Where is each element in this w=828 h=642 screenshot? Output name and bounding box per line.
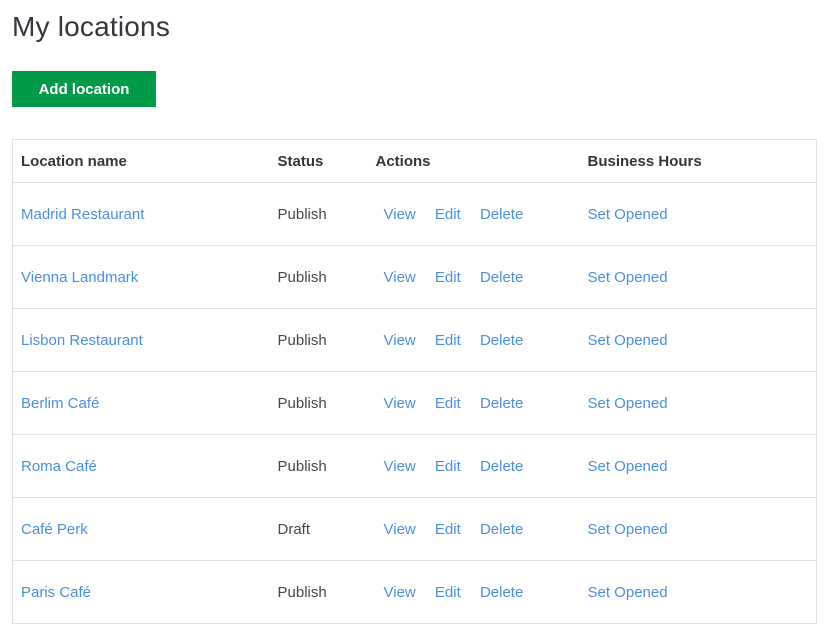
actions-cell: View Edit Delete [367,434,580,499]
view-link[interactable]: View [384,584,416,601]
table-row: Vienna Landmark Publish View Edit Delete… [12,245,817,310]
delete-link[interactable]: Delete [480,395,523,412]
column-header-actions: Actions [367,139,580,184]
business-hours-cell: Set Opened [579,434,817,499]
delete-link[interactable]: Delete [480,206,523,223]
delete-link[interactable]: Delete [480,521,523,538]
status-text: Publish [277,583,327,601]
view-link[interactable]: View [384,521,416,538]
locations-table: Location name Status Actions Business Ho… [12,139,817,625]
view-link[interactable]: View [384,395,416,412]
table-row: Berlim Café Publish View Edit Delete Set… [12,371,817,436]
status-cell: Publish [269,371,368,436]
edit-link[interactable]: Edit [435,395,461,412]
location-name-link[interactable]: Roma Café [21,458,97,475]
status-cell: Publish [269,245,368,310]
status-cell: Publish [269,434,368,499]
actions-cell: View Edit Delete [367,560,580,625]
actions-cell: View Edit Delete [367,371,580,436]
edit-link[interactable]: Edit [435,269,461,286]
edit-link[interactable]: Edit [435,332,461,349]
location-name-cell: Berlim Café [12,371,270,436]
column-header-location-name: Location name [12,139,270,184]
location-name-link[interactable]: Paris Café [21,584,91,601]
status-text: Publish [277,268,327,286]
location-name-cell: Paris Café [12,560,270,625]
my-locations-page: My locations Add location Location name … [0,0,828,640]
edit-link[interactable]: Edit [435,458,461,475]
business-hours-cell: Set Opened [579,560,817,625]
location-name-link[interactable]: Vienna Landmark [21,269,138,286]
delete-link[interactable]: Delete [480,458,523,475]
set-opened-link[interactable]: Set Opened [588,269,668,286]
status-cell: Publish [269,182,368,247]
table-header-row: Location name Status Actions Business Ho… [12,139,817,184]
status-text: Publish [277,205,327,223]
location-name-link[interactable]: Café Perk [21,521,88,538]
table-row: Paris Café Publish View Edit Delete Set … [12,560,817,625]
status-text: Publish [277,457,327,475]
actions-cell: View Edit Delete [367,245,580,310]
location-name-cell: Vienna Landmark [12,245,270,310]
set-opened-link[interactable]: Set Opened [588,206,668,223]
table-head: Location name Status Actions Business Ho… [12,139,817,184]
edit-link[interactable]: Edit [435,206,461,223]
status-cell: Publish [269,308,368,373]
location-name-link[interactable]: Berlim Café [21,395,99,412]
column-header-business-hours: Business Hours [579,139,817,184]
location-name-link[interactable]: Lisbon Restaurant [21,332,143,349]
location-name-cell: Roma Café [12,434,270,499]
add-location-button[interactable]: Add location [12,71,156,108]
edit-link[interactable]: Edit [435,584,461,601]
business-hours-cell: Set Opened [579,497,817,562]
delete-link[interactable]: Delete [480,584,523,601]
status-cell: Draft [269,497,368,562]
business-hours-cell: Set Opened [579,308,817,373]
table-row: Café Perk Draft View Edit Delete Set Ope… [12,497,817,562]
set-opened-link[interactable]: Set Opened [588,332,668,349]
table-row: Roma Café Publish View Edit Delete Set O… [12,434,817,499]
business-hours-cell: Set Opened [579,245,817,310]
actions-cell: View Edit Delete [367,497,580,562]
view-link[interactable]: View [384,332,416,349]
status-text: Publish [277,394,327,412]
business-hours-cell: Set Opened [579,371,817,436]
view-link[interactable]: View [384,458,416,475]
table-row: Madrid Restaurant Publish View Edit Dele… [12,182,817,247]
view-link[interactable]: View [384,269,416,286]
view-link[interactable]: View [384,206,416,223]
actions-cell: View Edit Delete [367,308,580,373]
delete-link[interactable]: Delete [480,332,523,349]
set-opened-link[interactable]: Set Opened [588,584,668,601]
set-opened-link[interactable]: Set Opened [588,521,668,538]
page-title: My locations [12,11,171,42]
status-cell: Publish [269,560,368,625]
delete-link[interactable]: Delete [480,269,523,286]
table-row: Lisbon Restaurant Publish View Edit Dele… [12,308,817,373]
status-text: Publish [277,331,327,349]
set-opened-link[interactable]: Set Opened [588,458,668,475]
status-text: Draft [277,520,311,538]
business-hours-cell: Set Opened [579,182,817,247]
location-name-cell: Lisbon Restaurant [12,308,270,373]
location-name-cell: Café Perk [12,497,270,562]
location-name-cell: Madrid Restaurant [12,182,270,247]
actions-cell: View Edit Delete [367,182,580,247]
locations-table-body: Madrid Restaurant Publish View Edit Dele… [12,182,817,625]
location-name-link[interactable]: Madrid Restaurant [21,206,144,223]
set-opened-link[interactable]: Set Opened [588,395,668,412]
column-header-status: Status [269,139,368,184]
edit-link[interactable]: Edit [435,521,461,538]
